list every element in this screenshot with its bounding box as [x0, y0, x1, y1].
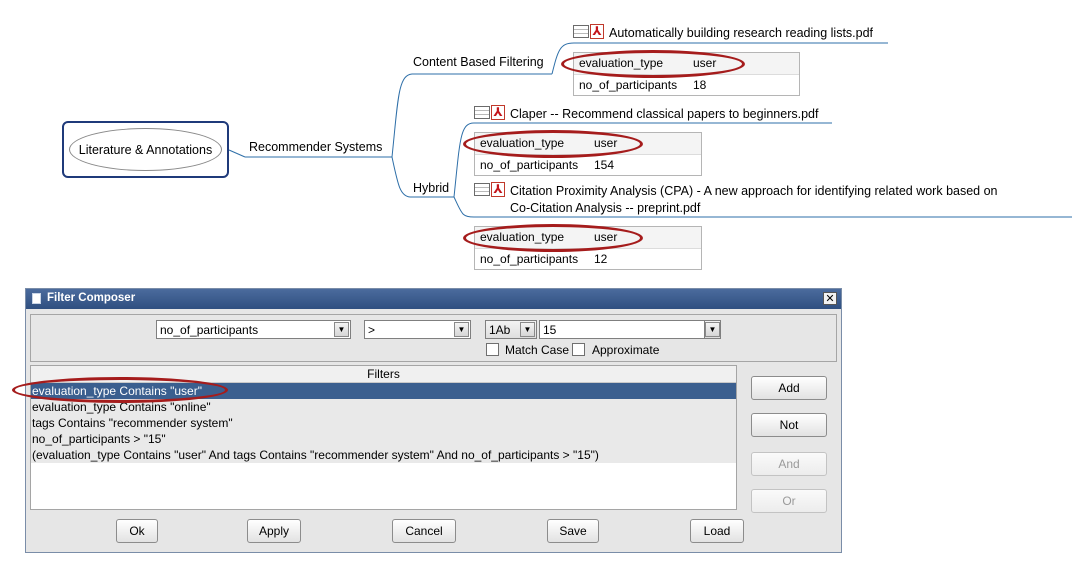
value-input[interactable]: 15: [539, 320, 705, 339]
attribute-key: no_of_participants: [579, 78, 678, 92]
attribute-value: user: [693, 56, 717, 70]
apply-button[interactable]: Apply: [247, 519, 301, 543]
paper-3-title-line-1: Citation Proximity Analysis (CPA) - A ne…: [510, 184, 998, 198]
attribute-value: 12: [594, 252, 608, 266]
attribute-value: 18: [693, 78, 707, 92]
ok-button[interactable]: Ok: [116, 519, 158, 543]
save-button[interactable]: Save: [547, 519, 599, 543]
paper-1-attributes: evaluation_type user no_of_participants …: [573, 52, 800, 96]
operator-select[interactable]: > ▼: [364, 320, 471, 339]
pdf-icon: ⅄: [491, 182, 505, 197]
dialog-title-bar[interactable]: Filter Composer ✕: [26, 289, 841, 309]
attribute-value: user: [594, 136, 618, 150]
attribute-row: no_of_participants 18: [574, 75, 799, 96]
attribute-key: evaluation_type: [480, 230, 565, 244]
attribute-key: no_of_participants: [480, 252, 579, 266]
not-button[interactable]: Not: [751, 413, 827, 437]
filters-items: evaluation_type Contains "user" evaluati…: [31, 383, 736, 463]
attribute-row: evaluation_type user: [475, 133, 701, 155]
filters-list[interactable]: Filters evaluation_type Contains "user" …: [30, 365, 737, 510]
document-icon: [32, 293, 41, 304]
attribute-row: evaluation_type user: [574, 53, 799, 75]
attribute-value: 154: [594, 158, 615, 172]
add-button[interactable]: Add: [751, 376, 827, 400]
attributes-table-icon: [573, 25, 589, 38]
chevron-down-icon[interactable]: ▼: [334, 322, 349, 337]
attributes-table-icon: [474, 183, 490, 196]
close-button[interactable]: ✕: [823, 292, 837, 305]
attributes-table-icon: [474, 106, 490, 119]
node-content-based-filtering[interactable]: Content Based Filtering: [413, 55, 544, 69]
paper-2-attributes: evaluation_type user no_of_participants …: [474, 132, 702, 176]
filter-item[interactable]: no_of_participants > "15": [31, 431, 736, 447]
dialog-title: Filter Composer: [47, 292, 136, 304]
approximate-checkbox[interactable]: [572, 343, 585, 356]
load-button[interactable]: Load: [690, 519, 744, 543]
paper-1-title[interactable]: Automatically building research reading …: [609, 25, 873, 42]
filter-item[interactable]: tags Contains "recommender system": [31, 415, 736, 431]
attribute-key: evaluation_type: [480, 136, 565, 150]
paper-3-title[interactable]: Citation Proximity Analysis (CPA) - A ne…: [510, 183, 998, 217]
attribute-value: user: [594, 230, 618, 244]
filter-item[interactable]: evaluation_type Contains "online": [31, 399, 736, 415]
value-type-select[interactable]: 1Ab ▼: [485, 320, 537, 339]
value-type-select-value: 1Ab: [489, 323, 511, 337]
or-button[interactable]: Or: [751, 489, 827, 513]
filter-item[interactable]: (evaluation_type Contains "user" And tag…: [31, 447, 736, 463]
and-button[interactable]: And: [751, 452, 827, 476]
pdf-icon: ⅄: [590, 24, 604, 39]
match-case-checkbox[interactable]: [486, 343, 499, 356]
attribute-select-value: no_of_participants: [160, 323, 259, 337]
attribute-row: no_of_participants 154: [475, 155, 701, 176]
attribute-row: no_of_participants 12: [475, 249, 701, 270]
node-recommender-systems[interactable]: Recommender Systems: [249, 140, 382, 154]
attribute-key: no_of_participants: [480, 158, 579, 172]
filter-composer-dialog: Filter Composer ✕ no_of_participants ▼ >…: [25, 288, 842, 553]
paper-3-attributes: evaluation_type user no_of_participants …: [474, 226, 702, 270]
operator-select-value: >: [368, 323, 376, 337]
filter-item[interactable]: evaluation_type Contains "user": [31, 383, 736, 399]
attribute-key: evaluation_type: [579, 56, 664, 70]
paper-3-title-line-2: Co-Citation Analysis -- preprint.pdf: [510, 201, 701, 215]
value-input-text: 15: [543, 323, 557, 337]
chevron-down-icon[interactable]: ▼: [454, 322, 469, 337]
value-history-dropdown[interactable]: ▼: [704, 320, 721, 339]
attribute-row: evaluation_type user: [475, 227, 701, 249]
attribute-select[interactable]: no_of_participants ▼: [156, 320, 351, 339]
root-node-label: Literature & Annotations: [69, 128, 222, 171]
filters-header: Filters: [31, 366, 736, 383]
chevron-down-icon[interactable]: ▼: [705, 322, 720, 337]
cancel-button[interactable]: Cancel: [392, 519, 456, 543]
chevron-down-icon[interactable]: ▼: [520, 322, 535, 337]
condition-panel: no_of_participants ▼ > ▼ 1Ab ▼ 15 ▼ Matc…: [30, 314, 837, 362]
paper-2-title[interactable]: Claper -- Recommend classical papers to …: [510, 106, 818, 123]
mindmap-root-node[interactable]: Literature & Annotations: [62, 121, 229, 178]
node-hybrid[interactable]: Hybrid: [413, 181, 449, 195]
pdf-icon: ⅄: [491, 105, 505, 120]
approximate-label: Approximate: [592, 343, 660, 357]
match-case-label: Match Case: [505, 343, 570, 357]
